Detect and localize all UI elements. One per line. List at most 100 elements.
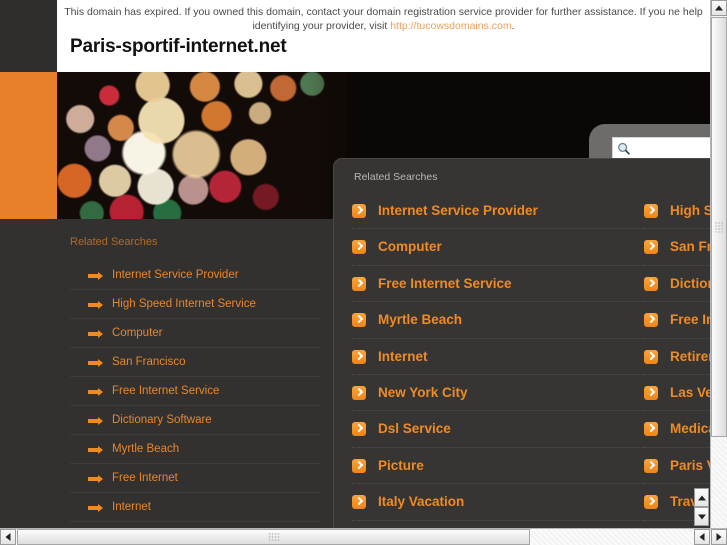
chevron-left-icon (699, 533, 705, 541)
sidebar-related-searches: Related Searches Internet Service Provid… (57, 219, 333, 528)
top-left-dark-strip (0, 0, 57, 72)
overlay-item-r3[interactable]: Free Int (644, 302, 710, 339)
chevron-left-icon (5, 533, 11, 541)
chevron-right-icon (644, 276, 658, 291)
scroll-up-button[interactable] (711, 0, 727, 16)
overlay-item-r7[interactable]: Paris V (644, 448, 710, 485)
arrow-bullet-icon (88, 301, 103, 309)
chevron-right-icon (644, 240, 658, 255)
overlay-item-r5[interactable]: Las Veg (644, 375, 710, 412)
sidebar-item-5[interactable]: Dictionary Software (70, 406, 321, 435)
chevron-right-icon (644, 422, 658, 437)
sidebar-item-6[interactable]: Myrtle Beach (70, 435, 321, 464)
chevron-right-icon (352, 240, 366, 255)
overlay-item-l4[interactable]: Internet (352, 339, 652, 375)
scroll-left-button-2[interactable] (694, 529, 710, 545)
overlay-item-r1[interactable]: San Fra (644, 229, 710, 266)
sidebar-item-label: Free Internet (112, 472, 178, 484)
scroll-right-button[interactable] (711, 529, 727, 545)
overlay-item-l2[interactable]: Free Internet Service (352, 266, 652, 303)
overlay-item-label: High Sp (670, 203, 710, 218)
overlay-item-label: Dsl Service (378, 421, 451, 437)
sidebar-item-label: Computer (112, 327, 163, 339)
overlay-item-label: Paris V (670, 457, 710, 473)
scroll-left-button[interactable] (0, 529, 16, 545)
overlay-scroll-down-button[interactable] (694, 507, 709, 526)
chevron-right-icon (716, 533, 722, 541)
search-field[interactable] (631, 142, 710, 155)
overlay-item-label: Medica (670, 421, 710, 437)
arrow-bullet-icon (88, 330, 103, 338)
expired-message-text: This domain has expired. If you owned th… (64, 6, 680, 18)
vertical-scroll-thumb[interactable] (711, 17, 727, 437)
horizontal-scroll-thumb[interactable] (17, 529, 530, 545)
sidebar-item-4[interactable]: Free Internet Service (70, 377, 321, 406)
sidebar-item-2[interactable]: Computer (70, 319, 321, 348)
chevron-right-icon (644, 204, 658, 218)
sidebar-item-3[interactable]: San Francisco (70, 348, 321, 377)
arrow-bullet-icon (88, 272, 103, 280)
overlay-item-l8[interactable]: Italy Vacation (352, 484, 652, 521)
chevron-right-icon (352, 458, 366, 473)
arrow-bullet-icon (88, 446, 103, 454)
sidebar-item-label: High Speed Internet Service (112, 298, 256, 310)
chevron-right-icon (352, 385, 366, 400)
arrow-bullet-icon (88, 388, 103, 396)
orange-accent-block (0, 72, 57, 219)
arrow-bullet-icon (88, 359, 103, 367)
overlay-item-label: Las Veg (670, 384, 710, 400)
arrow-bullet-icon (88, 504, 103, 512)
chevron-right-icon (644, 385, 658, 400)
search-input[interactable] (612, 137, 710, 160)
arrow-bullet-icon (88, 417, 103, 425)
overlay-item-r4[interactable]: Retirem (644, 339, 710, 375)
sidebar-item-label: Myrtle Beach (112, 443, 180, 455)
overlay-item-l1[interactable]: Computer (352, 229, 652, 266)
scroll-grip-icon (714, 221, 724, 233)
sidebar-item-7[interactable]: Free Internet (70, 464, 321, 493)
overlay-item-label: Internet Service Provider (378, 203, 538, 218)
overlay-item-r6[interactable]: Medica (644, 411, 710, 448)
sidebar-item-label: Internet Service Provider (112, 269, 239, 281)
chevron-right-icon (644, 349, 658, 364)
sidebar-item-1[interactable]: High Speed Internet Service (70, 290, 321, 319)
chevron-up-icon (697, 495, 706, 500)
overlay-item-l0[interactable]: Internet Service Provider (352, 193, 652, 230)
overlay-item-label: Myrtle Beach (378, 312, 463, 328)
arrow-bullet-icon (88, 475, 103, 483)
overlay-right-column: High Sp San Fra Diction Free Int Retirem… (644, 193, 710, 528)
tucowsdomains-link[interactable]: http://tucowsdomains.com (390, 20, 511, 32)
overlay-vertical-scrollbar[interactable] (694, 488, 710, 528)
sidebar-item-0[interactable]: Internet Service Provider (70, 261, 321, 290)
page-horizontal-scrollbar[interactable] (0, 528, 727, 545)
overlay-item-label: Picture (378, 457, 424, 473)
overlay-item-l6[interactable]: Dsl Service (352, 411, 652, 448)
expired-domain-message: This domain has expired. If you owned th… (57, 5, 710, 33)
chevron-right-icon (352, 204, 366, 218)
page-title: Paris-sportif-internet.net (70, 36, 287, 57)
related-searches-overlay-panel: Related Searches Internet Service Provid… (333, 158, 710, 528)
overlay-title: Related Searches (354, 171, 438, 183)
overlay-item-label: Retirem (670, 348, 710, 364)
overlay-item-l3[interactable]: Myrtle Beach (352, 302, 652, 339)
overlay-item-r2[interactable]: Diction (644, 266, 710, 303)
chevron-right-icon (644, 313, 658, 328)
magnifier-icon (617, 142, 631, 156)
overlay-item-l5[interactable]: New York City (352, 375, 652, 412)
overlay-item-l7[interactable]: Picture (352, 448, 652, 485)
chevron-right-icon (644, 495, 658, 510)
overlay-item-r0[interactable]: High Sp (644, 193, 710, 230)
overlay-item-label: Free Internet Service (378, 275, 512, 291)
overlay-scroll-up-button[interactable] (694, 488, 709, 507)
expired-message-period: . (511, 20, 515, 32)
overlay-links-grid: Internet Service Provider Computer Free … (334, 193, 710, 528)
sidebar-list: Internet Service Provider High Speed Int… (70, 261, 321, 522)
chevron-right-icon (352, 422, 366, 437)
page-vertical-scrollbar[interactable] (710, 0, 727, 528)
overlay-item-label: Internet (378, 348, 428, 364)
overlay-item-label: San Fra (670, 239, 710, 255)
sidebar-item-8[interactable]: Internet (70, 493, 321, 522)
overlay-left-column: Internet Service Provider Computer Free … (352, 193, 652, 528)
browser-viewport: This domain has expired. If you owned th… (0, 0, 727, 545)
sidebar-item-label: San Francisco (112, 356, 186, 368)
